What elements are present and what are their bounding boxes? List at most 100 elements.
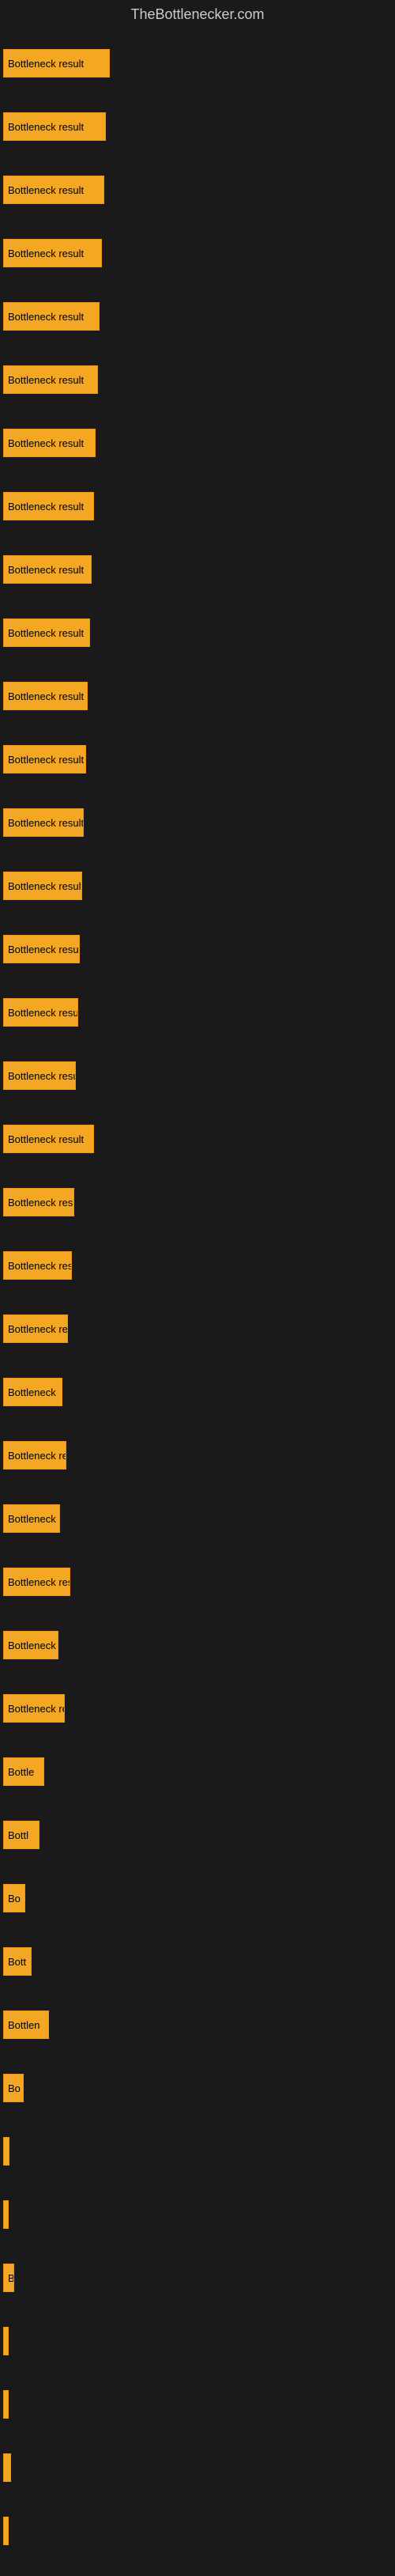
bar-label: Bottle [8,1766,34,1778]
bar-container: Bottleneck result [0,927,395,973]
bar-label: Bottleneck result [8,58,84,70]
bar-container: Bottl [0,1813,395,1859]
bottleneck-bar[interactable]: Bottleneck result [3,808,84,837]
bar-label: Bo [8,2082,21,2094]
bottleneck-bar[interactable]: Bottleneck result [3,555,92,584]
bar-container: Bottleneck result [0,611,395,656]
bottleneck-bar[interactable] [3,2453,11,2482]
bar-container [0,2509,395,2555]
bottleneck-bar[interactable] [3,2137,9,2166]
bar-container: Bottleneck result [0,421,395,467]
bottleneck-bar[interactable]: Bottleneck res [3,1314,68,1343]
bar-container: | [0,2192,395,2238]
bottleneck-bar[interactable]: Bottleneck result [3,935,80,963]
bottleneck-bar[interactable]: Bottleneck result [3,112,106,141]
bar-label: Bottleneck result [8,184,84,196]
bottleneck-bar[interactable]: Bottl [3,1821,40,1849]
bottleneck-bar[interactable]: Bottlen [3,2010,49,2039]
bar-container: Bottleneck result [0,800,395,846]
bottleneck-bar[interactable]: Bottleneck result [3,998,78,1027]
bottleneck-bar[interactable]: Bottleneck result [3,492,94,520]
bottleneck-bar[interactable] [3,2517,9,2545]
bar-label: Bottleneck result [8,690,84,702]
bar-container: Bottleneck result [0,547,395,593]
bottleneck-bar[interactable]: Bottleneck result [3,302,100,331]
bottleneck-bar[interactable]: Bo [3,2074,24,2102]
bar-container: Bottleneck result [0,484,395,530]
bottleneck-bar[interactable]: Bottleneck result [3,745,86,774]
bar-container: Bottleneck result [0,104,395,150]
bar-container: Bottleneck result [0,1117,395,1163]
site-title: TheBottlenecker.com [0,0,395,29]
bar-container [0,2445,395,2491]
bar-container [0,2129,395,2175]
bar-label: Bottleneck re [8,1703,64,1715]
bottleneck-bar[interactable]: Bottleneck res [3,1441,66,1470]
bar-label: Bottleneck result [8,311,84,323]
bar-container: Bottleneck result [0,1053,395,1099]
bottleneck-bar[interactable]: | [3,2200,9,2229]
bar-container: Bottleneck result [0,168,395,214]
bottleneck-bar[interactable] [3,2390,9,2419]
bar-label: Bottleneck res [8,1323,67,1335]
bar-container: Bottleneck result [0,674,395,720]
bottleneck-bar[interactable]: Bottleneck result [3,872,82,900]
bar-container: Bottleneck [0,1370,395,1416]
bottleneck-bar[interactable]: Bottle [3,1757,44,1786]
bar-container: Bottle [0,1749,395,1795]
bar-container: Bottleneck result [0,231,395,277]
bar-container: Bottleneck res [0,1433,395,1479]
bottleneck-bar[interactable]: Bottleneck result [3,176,104,204]
bar-label: Bottleneck res [8,1450,66,1462]
bar-label: Bottleneck result [8,754,84,766]
bottleneck-bar[interactable]: B [3,2264,14,2292]
bottleneck-bar[interactable]: Bo [3,1884,25,1912]
bar-label: Bottleneck result [8,1133,84,1145]
bottleneck-bar[interactable]: Bottleneck resu [3,1568,70,1596]
bottleneck-bar[interactable]: Bottleneck result [3,682,88,710]
bar-label: B [8,2272,13,2284]
bar-label: Bottl [8,1829,28,1841]
bottleneck-bar[interactable] [3,2327,9,2355]
bar-container: Bottleneck resu [0,1560,395,1606]
bar-container: Bottleneck result [0,294,395,340]
bottleneck-bar[interactable]: Bottleneck re [3,1694,65,1723]
bar-label: Bottleneck r [8,1513,59,1525]
bottleneck-bar[interactable]: Bottleneck result [3,1251,72,1280]
bar-container: Bott [0,1939,395,1985]
bar-label: Bottleneck result [8,121,84,133]
bar-container: Bottleneck [0,1623,395,1669]
bar-container: Bottleneck result [0,1180,395,1226]
bar-container: Bottleneck result [0,737,395,783]
bar-container: Bottleneck result [0,990,395,1036]
bottleneck-bar[interactable]: Bottleneck result [3,429,96,457]
bar-container: Bottleneck r [0,1496,395,1542]
bottleneck-bar[interactable]: Bott [3,1947,32,1976]
bottleneck-bar[interactable]: Bottleneck r [3,1504,60,1533]
bar-label: Bottleneck result [8,817,83,829]
bar-label: Bottleneck result [8,627,84,639]
bottleneck-bar[interactable]: Bottleneck result [3,1188,74,1216]
bar-label: Bottleneck result [8,1070,75,1082]
bottleneck-bar[interactable]: Bottleneck result [3,239,102,267]
bar-container: Bottleneck res [0,1307,395,1352]
bar-label: Bo [8,1893,21,1905]
bar-container: Bottleneck result [0,357,395,403]
bottleneck-bar[interactable]: Bottleneck result [3,49,110,78]
bar-label: Bottleneck result [8,374,84,386]
bottleneck-bar[interactable]: Bottleneck [3,1378,62,1406]
bar-label: Bottleneck result [8,1007,77,1019]
bar-label: Bottlen [8,2019,40,2031]
bottleneck-bar[interactable]: Bottleneck [3,1631,58,1659]
bottleneck-bar[interactable]: Bottleneck result [3,365,98,394]
bar-label: Bottleneck result [8,880,81,892]
bar-label: Bottleneck result [8,944,79,955]
bottleneck-bar[interactable]: Bottleneck result [3,618,90,647]
bar-label: Bottleneck result [8,1197,73,1209]
bar-label: Bottleneck result [8,248,84,259]
bar-container: B [0,2256,395,2302]
bar-label: Bott [8,1956,26,1968]
bottleneck-bar[interactable]: Bottleneck result [3,1061,76,1090]
bottleneck-bar[interactable]: Bottleneck result [3,1125,94,1153]
bar-label: Bottleneck result [8,437,84,449]
